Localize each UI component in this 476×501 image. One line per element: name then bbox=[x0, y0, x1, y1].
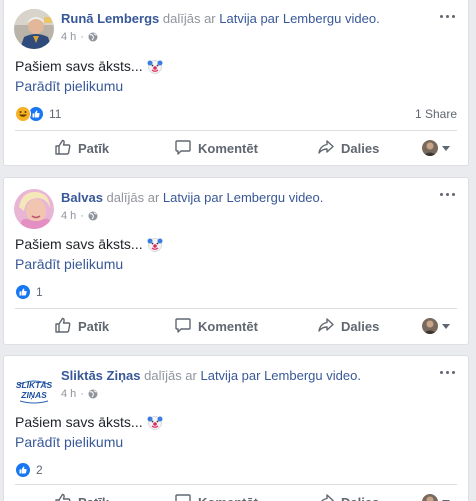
share-arrow-icon bbox=[317, 138, 335, 159]
shared-text: dalījās ar bbox=[144, 368, 197, 383]
timestamp[interactable]: 4 h bbox=[61, 210, 76, 222]
more-options-icon[interactable] bbox=[440, 11, 458, 21]
video-link[interactable]: video. bbox=[289, 190, 324, 205]
user-avatar bbox=[422, 494, 438, 501]
like-button[interactable]: Patīk bbox=[54, 485, 109, 501]
globe-icon[interactable] bbox=[88, 32, 98, 42]
comment-button[interactable]: Komentēt bbox=[174, 309, 258, 343]
show-attachment-link[interactable]: Parādīt pielikumu bbox=[15, 434, 123, 450]
like-reaction-icon bbox=[15, 462, 31, 478]
like-label: Patīk bbox=[78, 140, 110, 156]
post-text: Pašiem savs āksts... bbox=[15, 236, 163, 252]
post-text-content: Pašiem savs āksts... bbox=[15, 414, 143, 430]
thumbs-up-icon bbox=[54, 492, 72, 501]
comment-label: Komentēt bbox=[198, 495, 258, 501]
post-meta: 4 h · bbox=[61, 210, 98, 222]
share-label: Dalies bbox=[341, 318, 380, 334]
share-button[interactable]: Dalies bbox=[317, 309, 379, 343]
user-avatar bbox=[422, 140, 438, 156]
timestamp[interactable]: 4 h bbox=[61, 31, 76, 43]
shared-text: dalījās ar bbox=[162, 11, 216, 26]
share-arrow-icon bbox=[317, 492, 335, 501]
logo-text-line1: SLIKTĀS bbox=[16, 380, 53, 390]
more-options-icon[interactable] bbox=[440, 367, 458, 377]
more-options-icon[interactable] bbox=[440, 189, 458, 199]
video-link[interactable]: video. bbox=[326, 368, 361, 383]
user-avatar bbox=[422, 318, 438, 334]
post-card: Runā Lembergs dalījās ar Latvija par Lem… bbox=[3, 0, 469, 166]
timestamp[interactable]: 4 h bbox=[61, 388, 76, 400]
share-button[interactable]: Dalies bbox=[317, 131, 379, 165]
action-bar: Patīk Komentēt Dalies bbox=[4, 309, 468, 343]
video-link[interactable]: video. bbox=[345, 11, 380, 26]
avatar[interactable] bbox=[14, 9, 54, 49]
share-count[interactable]: 1 Share bbox=[415, 107, 457, 121]
post-meta: 4 h · bbox=[61, 388, 98, 400]
avatar[interactable]: SLIKTĀS ZIŅAS bbox=[14, 367, 54, 407]
meta-separator: · bbox=[80, 31, 84, 43]
post-header: Balvas dalījās ar Latvija par Lembergu v… bbox=[61, 190, 323, 205]
clown-emoji-icon bbox=[147, 236, 163, 252]
clown-emoji-icon bbox=[147, 58, 163, 74]
speech-bubble-icon bbox=[174, 316, 192, 337]
post-text: Pašiem savs āksts... bbox=[15, 414, 163, 430]
like-reaction-icon bbox=[15, 284, 31, 300]
thumbs-up-icon bbox=[54, 138, 72, 159]
meta-separator: · bbox=[80, 210, 84, 222]
author-name[interactable]: Sliktās Ziņas bbox=[61, 368, 140, 383]
reaction-summary[interactable]: 11 bbox=[15, 106, 61, 122]
globe-icon[interactable] bbox=[88, 389, 98, 399]
clown-emoji-icon bbox=[147, 414, 163, 430]
share-label: Dalies bbox=[341, 140, 380, 156]
share-button[interactable]: Dalies bbox=[317, 485, 379, 501]
post-as-selector[interactable] bbox=[422, 485, 450, 501]
reaction-summary[interactable]: 1 bbox=[15, 284, 43, 300]
comment-label: Komentēt bbox=[198, 318, 258, 334]
reaction-summary[interactable]: 2 bbox=[15, 462, 43, 478]
speech-bubble-icon bbox=[174, 492, 192, 501]
reaction-count[interactable]: 11 bbox=[49, 107, 61, 121]
post-text: Pašiem savs āksts... bbox=[15, 58, 163, 74]
post-card: Balvas dalījās ar Latvija par Lembergu v… bbox=[3, 177, 469, 345]
comment-button[interactable]: Komentēt bbox=[174, 485, 258, 501]
caret-down-icon bbox=[442, 323, 450, 329]
logo-text-line2: ZIŅAS bbox=[20, 390, 47, 400]
comment-button[interactable]: Komentēt bbox=[174, 131, 258, 165]
action-bar: Patīk Komentēt Dalies bbox=[4, 485, 468, 501]
post-as-selector[interactable] bbox=[422, 131, 450, 165]
show-attachment-link[interactable]: Parādīt pielikumu bbox=[15, 78, 123, 94]
post-text-content: Pašiem savs āksts... bbox=[15, 58, 143, 74]
post-card: SLIKTĀS ZIŅAS Sliktās Ziņas dalījās ar L… bbox=[3, 355, 469, 501]
author-name[interactable]: Balvas bbox=[61, 190, 103, 205]
thumbs-up-icon bbox=[54, 316, 72, 337]
author-name[interactable]: Runā Lembergs bbox=[61, 11, 159, 26]
share-label: Dalies bbox=[341, 495, 379, 501]
action-bar: Patīk Komentēt Dalies bbox=[4, 131, 468, 165]
post-as-selector[interactable] bbox=[422, 309, 450, 343]
page-link[interactable]: Latvija par Lembergu bbox=[219, 11, 341, 26]
caret-down-icon bbox=[442, 145, 450, 151]
post-text-content: Pašiem savs āksts... bbox=[15, 236, 143, 252]
like-label: Patīk bbox=[78, 495, 109, 501]
post-header: Runā Lembergs dalījās ar Latvija par Lem… bbox=[61, 11, 380, 26]
meta-separator: · bbox=[80, 388, 84, 400]
comment-label: Komentēt bbox=[198, 140, 258, 156]
speech-bubble-icon bbox=[174, 138, 192, 159]
like-button[interactable]: Patīk bbox=[54, 309, 109, 343]
globe-icon[interactable] bbox=[88, 211, 98, 221]
show-attachment-link[interactable]: Parādīt pielikumu bbox=[15, 256, 123, 272]
like-button[interactable]: Patīk bbox=[54, 131, 109, 165]
avatar[interactable] bbox=[14, 189, 54, 229]
page-link[interactable]: Latvija par Lembergu bbox=[163, 190, 285, 205]
haha-reaction-icon bbox=[15, 106, 31, 122]
reaction-count[interactable]: 2 bbox=[36, 463, 43, 477]
post-header: Sliktās Ziņas dalījās ar Latvija par Lem… bbox=[61, 368, 361, 383]
post-meta: 4 h · bbox=[61, 31, 98, 43]
reaction-count[interactable]: 1 bbox=[36, 285, 43, 299]
share-arrow-icon bbox=[317, 316, 335, 337]
like-label: Patīk bbox=[78, 318, 110, 334]
shared-text: dalījās ar bbox=[106, 190, 160, 205]
page-link[interactable]: Latvija par Lembergu bbox=[200, 368, 322, 383]
